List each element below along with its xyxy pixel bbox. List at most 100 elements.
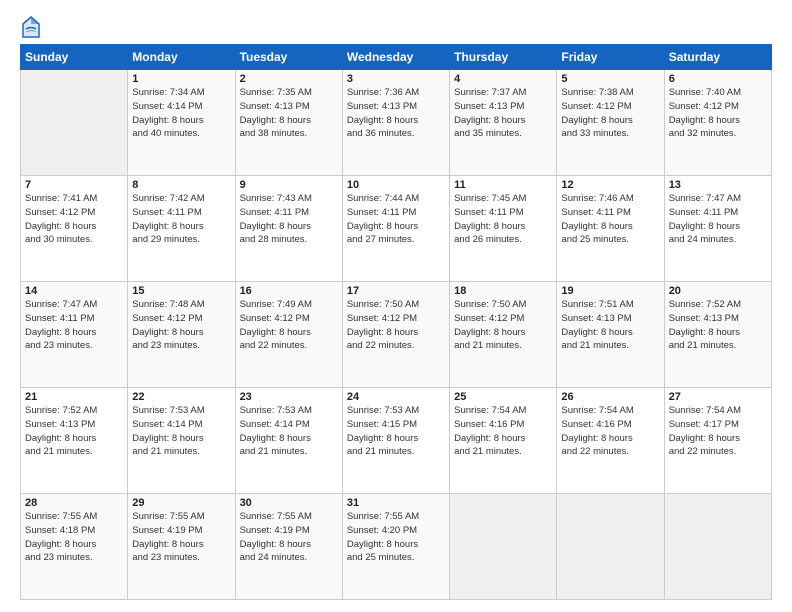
- day-cell: 29Sunrise: 7:55 AM Sunset: 4:19 PM Dayli…: [128, 494, 235, 600]
- day-cell: 31Sunrise: 7:55 AM Sunset: 4:20 PM Dayli…: [342, 494, 449, 600]
- day-number: 9: [240, 179, 338, 191]
- header-day-sunday: Sunday: [21, 45, 128, 70]
- day-info: Sunrise: 7:34 AM Sunset: 4:14 PM Dayligh…: [132, 86, 230, 141]
- day-cell: 20Sunrise: 7:52 AM Sunset: 4:13 PM Dayli…: [664, 282, 771, 388]
- day-cell: 25Sunrise: 7:54 AM Sunset: 4:16 PM Dayli…: [450, 388, 557, 494]
- day-info: Sunrise: 7:48 AM Sunset: 4:12 PM Dayligh…: [132, 298, 230, 353]
- day-number: 27: [669, 391, 767, 403]
- day-info: Sunrise: 7:36 AM Sunset: 4:13 PM Dayligh…: [347, 86, 445, 141]
- day-cell: 2Sunrise: 7:35 AM Sunset: 4:13 PM Daylig…: [235, 70, 342, 176]
- day-info: Sunrise: 7:37 AM Sunset: 4:13 PM Dayligh…: [454, 86, 552, 141]
- day-number: 20: [669, 285, 767, 297]
- day-info: Sunrise: 7:42 AM Sunset: 4:11 PM Dayligh…: [132, 192, 230, 247]
- day-number: 21: [25, 391, 123, 403]
- day-number: 17: [347, 285, 445, 297]
- day-cell: 11Sunrise: 7:45 AM Sunset: 4:11 PM Dayli…: [450, 176, 557, 282]
- day-cell: 28Sunrise: 7:55 AM Sunset: 4:18 PM Dayli…: [21, 494, 128, 600]
- day-number: 14: [25, 285, 123, 297]
- day-cell: 17Sunrise: 7:50 AM Sunset: 4:12 PM Dayli…: [342, 282, 449, 388]
- header-day-thursday: Thursday: [450, 45, 557, 70]
- day-cell: 12Sunrise: 7:46 AM Sunset: 4:11 PM Dayli…: [557, 176, 664, 282]
- day-number: 1: [132, 73, 230, 85]
- day-number: 19: [561, 285, 659, 297]
- header-row: SundayMondayTuesdayWednesdayThursdayFrid…: [21, 45, 772, 70]
- day-info: Sunrise: 7:41 AM Sunset: 4:12 PM Dayligh…: [25, 192, 123, 247]
- day-info: Sunrise: 7:44 AM Sunset: 4:11 PM Dayligh…: [347, 192, 445, 247]
- week-row-3: 21Sunrise: 7:52 AM Sunset: 4:13 PM Dayli…: [21, 388, 772, 494]
- day-number: 5: [561, 73, 659, 85]
- week-row-1: 7Sunrise: 7:41 AM Sunset: 4:12 PM Daylig…: [21, 176, 772, 282]
- day-cell: 6Sunrise: 7:40 AM Sunset: 4:12 PM Daylig…: [664, 70, 771, 176]
- logo-icon: [22, 16, 40, 38]
- day-info: Sunrise: 7:40 AM Sunset: 4:12 PM Dayligh…: [669, 86, 767, 141]
- header-day-friday: Friday: [557, 45, 664, 70]
- day-cell: 14Sunrise: 7:47 AM Sunset: 4:11 PM Dayli…: [21, 282, 128, 388]
- day-info: Sunrise: 7:50 AM Sunset: 4:12 PM Dayligh…: [347, 298, 445, 353]
- day-number: 28: [25, 497, 123, 509]
- day-number: 8: [132, 179, 230, 191]
- day-number: 15: [132, 285, 230, 297]
- day-number: 16: [240, 285, 338, 297]
- day-info: Sunrise: 7:52 AM Sunset: 4:13 PM Dayligh…: [669, 298, 767, 353]
- calendar-table: SundayMondayTuesdayWednesdayThursdayFrid…: [20, 44, 772, 600]
- header-day-saturday: Saturday: [664, 45, 771, 70]
- week-row-0: 1Sunrise: 7:34 AM Sunset: 4:14 PM Daylig…: [21, 70, 772, 176]
- day-info: Sunrise: 7:55 AM Sunset: 4:19 PM Dayligh…: [240, 510, 338, 565]
- day-number: 12: [561, 179, 659, 191]
- header-day-monday: Monday: [128, 45, 235, 70]
- header-day-tuesday: Tuesday: [235, 45, 342, 70]
- day-number: 25: [454, 391, 552, 403]
- day-info: Sunrise: 7:47 AM Sunset: 4:11 PM Dayligh…: [669, 192, 767, 247]
- day-info: Sunrise: 7:47 AM Sunset: 4:11 PM Dayligh…: [25, 298, 123, 353]
- day-cell: [21, 70, 128, 176]
- day-cell: [664, 494, 771, 600]
- day-info: Sunrise: 7:53 AM Sunset: 4:15 PM Dayligh…: [347, 404, 445, 459]
- calendar-body: 1Sunrise: 7:34 AM Sunset: 4:14 PM Daylig…: [21, 70, 772, 600]
- day-number: 23: [240, 391, 338, 403]
- day-info: Sunrise: 7:35 AM Sunset: 4:13 PM Dayligh…: [240, 86, 338, 141]
- day-cell: 3Sunrise: 7:36 AM Sunset: 4:13 PM Daylig…: [342, 70, 449, 176]
- day-info: Sunrise: 7:51 AM Sunset: 4:13 PM Dayligh…: [561, 298, 659, 353]
- day-cell: 8Sunrise: 7:42 AM Sunset: 4:11 PM Daylig…: [128, 176, 235, 282]
- day-cell: 22Sunrise: 7:53 AM Sunset: 4:14 PM Dayli…: [128, 388, 235, 494]
- day-info: Sunrise: 7:54 AM Sunset: 4:16 PM Dayligh…: [561, 404, 659, 459]
- day-cell: 13Sunrise: 7:47 AM Sunset: 4:11 PM Dayli…: [664, 176, 771, 282]
- day-cell: 1Sunrise: 7:34 AM Sunset: 4:14 PM Daylig…: [128, 70, 235, 176]
- day-number: 11: [454, 179, 552, 191]
- day-cell: 4Sunrise: 7:37 AM Sunset: 4:13 PM Daylig…: [450, 70, 557, 176]
- header-day-wednesday: Wednesday: [342, 45, 449, 70]
- day-cell: 26Sunrise: 7:54 AM Sunset: 4:16 PM Dayli…: [557, 388, 664, 494]
- day-number: 24: [347, 391, 445, 403]
- day-number: 26: [561, 391, 659, 403]
- day-info: Sunrise: 7:38 AM Sunset: 4:12 PM Dayligh…: [561, 86, 659, 141]
- day-info: Sunrise: 7:55 AM Sunset: 4:20 PM Dayligh…: [347, 510, 445, 565]
- header: [20, 16, 772, 38]
- day-info: Sunrise: 7:50 AM Sunset: 4:12 PM Dayligh…: [454, 298, 552, 353]
- day-info: Sunrise: 7:52 AM Sunset: 4:13 PM Dayligh…: [25, 404, 123, 459]
- day-cell: 23Sunrise: 7:53 AM Sunset: 4:14 PM Dayli…: [235, 388, 342, 494]
- day-cell: 5Sunrise: 7:38 AM Sunset: 4:12 PM Daylig…: [557, 70, 664, 176]
- day-info: Sunrise: 7:53 AM Sunset: 4:14 PM Dayligh…: [132, 404, 230, 459]
- page: SundayMondayTuesdayWednesdayThursdayFrid…: [0, 0, 792, 612]
- day-cell: 27Sunrise: 7:54 AM Sunset: 4:17 PM Dayli…: [664, 388, 771, 494]
- day-number: 18: [454, 285, 552, 297]
- day-info: Sunrise: 7:43 AM Sunset: 4:11 PM Dayligh…: [240, 192, 338, 247]
- day-number: 6: [669, 73, 767, 85]
- day-info: Sunrise: 7:54 AM Sunset: 4:17 PM Dayligh…: [669, 404, 767, 459]
- day-cell: 7Sunrise: 7:41 AM Sunset: 4:12 PM Daylig…: [21, 176, 128, 282]
- day-cell: 24Sunrise: 7:53 AM Sunset: 4:15 PM Dayli…: [342, 388, 449, 494]
- day-cell: 21Sunrise: 7:52 AM Sunset: 4:13 PM Dayli…: [21, 388, 128, 494]
- day-number: 4: [454, 73, 552, 85]
- day-cell: 18Sunrise: 7:50 AM Sunset: 4:12 PM Dayli…: [450, 282, 557, 388]
- day-cell: [557, 494, 664, 600]
- day-cell: 10Sunrise: 7:44 AM Sunset: 4:11 PM Dayli…: [342, 176, 449, 282]
- day-info: Sunrise: 7:53 AM Sunset: 4:14 PM Dayligh…: [240, 404, 338, 459]
- day-number: 2: [240, 73, 338, 85]
- day-number: 30: [240, 497, 338, 509]
- day-number: 31: [347, 497, 445, 509]
- calendar-header: SundayMondayTuesdayWednesdayThursdayFrid…: [21, 45, 772, 70]
- day-cell: 15Sunrise: 7:48 AM Sunset: 4:12 PM Dayli…: [128, 282, 235, 388]
- day-number: 13: [669, 179, 767, 191]
- day-number: 3: [347, 73, 445, 85]
- day-number: 10: [347, 179, 445, 191]
